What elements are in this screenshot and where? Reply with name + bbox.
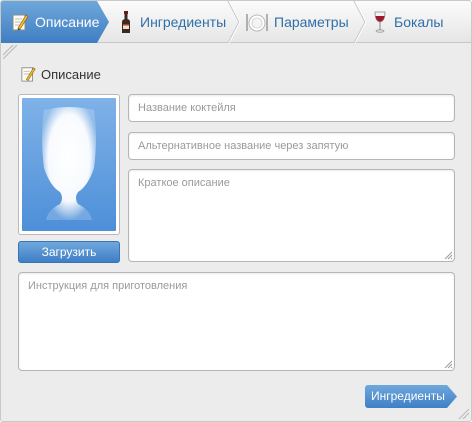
upload-button[interactable]: Загрузить	[18, 241, 120, 263]
next-button-label: Ингредиенты	[371, 389, 445, 403]
section-title: Описание	[21, 65, 101, 83]
cocktail-image[interactable]	[18, 94, 120, 235]
glass-silhouette-icon	[42, 107, 96, 220]
tab-separator	[227, 1, 241, 43]
corner-grip-icon	[458, 408, 469, 419]
corner-grip-icon	[3, 45, 17, 59]
tab-parameters[interactable]: Параметры	[245, 1, 349, 43]
resize-handle-icon[interactable]	[444, 360, 453, 369]
instructions-placeholder: Инструкция для приготовления	[28, 280, 188, 292]
short-description-textarea[interactable]: Краткое описание	[128, 169, 455, 262]
next-ingredients-button[interactable]: Ингредиенты	[365, 385, 457, 408]
instructions-textarea[interactable]: Инструкция для приготовления	[18, 272, 455, 371]
section-title-label: Описание	[41, 66, 101, 82]
pencil-note-icon	[12, 14, 29, 31]
plate-cutlery-icon	[246, 14, 268, 32]
tab-description-label: Описание	[35, 14, 100, 30]
tab-ingredients-label: Ингредиенты	[140, 14, 227, 30]
tab-bar: Описание Ингредиенты Параметры Бокалы	[1, 1, 471, 43]
alternative-names-input[interactable]: Альтернативное название через запятую	[128, 132, 455, 160]
tab-glasses-label: Бокалы	[394, 14, 444, 30]
pencil-note-icon	[21, 67, 36, 82]
alternative-names-placeholder: Альтернативное название через запятую	[138, 140, 349, 152]
image-placeholder	[22, 98, 116, 231]
resize-handle-icon[interactable]	[444, 251, 453, 260]
cocktail-name-input[interactable]: Название коктейля	[128, 94, 455, 122]
cocktail-editor-window: Описание Ингредиенты Параметры Бокалы Оп…	[0, 0, 472, 422]
tab-parameters-label: Параметры	[274, 14, 349, 30]
cocktail-name-placeholder: Название коктейля	[138, 102, 236, 114]
tab-description[interactable]: Описание	[1, 1, 109, 43]
tab-separator	[353, 1, 367, 43]
bottle-icon	[122, 11, 130, 33]
short-description-placeholder: Краткое описание	[138, 177, 230, 189]
wine-glass-icon	[374, 11, 386, 33]
tab-ingredients[interactable]: Ингредиенты	[117, 1, 226, 43]
tab-glasses[interactable]: Бокалы	[371, 1, 443, 43]
